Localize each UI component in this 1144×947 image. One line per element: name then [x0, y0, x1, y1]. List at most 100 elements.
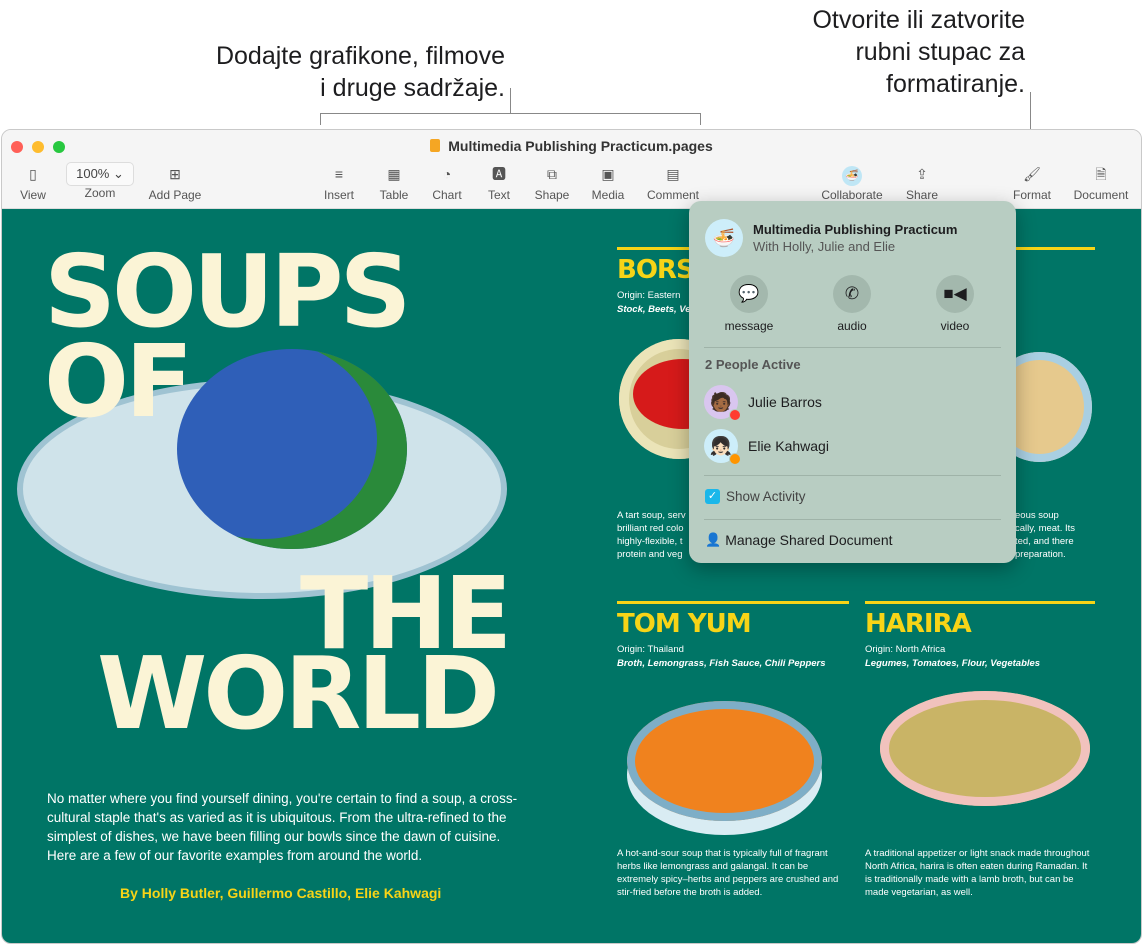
message-button[interactable]: 💬 message	[709, 275, 789, 333]
desc-line: ted, and there	[1015, 536, 1074, 547]
globe-illustration	[177, 349, 407, 549]
popover-title: Multimedia Publishing Practicum	[753, 222, 958, 237]
sidebar-icon: ▯	[29, 166, 37, 182]
message-label: message	[724, 319, 774, 333]
document-icon: 🗎	[1095, 166, 1107, 182]
section-harira: HARIRA Origin: North Africa Legumes, Tom…	[865, 601, 1095, 898]
manage-label: Manage Shared Document	[725, 532, 893, 548]
tom-yum-illustration	[627, 701, 822, 821]
document-thumbnail: 🍜	[705, 219, 743, 257]
window-title: Multimedia Publishing Practicum.pages	[2, 138, 1141, 154]
section-tom-yum: TOM YUM Origin: Thailand Broth, Lemongra…	[617, 601, 849, 898]
add-page-label: Add Page	[148, 188, 202, 202]
format-button[interactable]: 🖌 Format	[997, 164, 1067, 202]
comment-icon: ▤	[666, 166, 680, 182]
show-activity-label: Show Activity	[726, 489, 806, 504]
toolbar: Multimedia Publishing Practicum.pages ▯ V…	[2, 130, 1141, 209]
document-button[interactable]: 🗎 Document	[1066, 164, 1136, 202]
photo-icon: ▣	[601, 166, 615, 182]
section-title: HARIRA	[865, 609, 972, 639]
section-origin: Origin: Thailand	[617, 644, 684, 655]
section-rule	[617, 601, 849, 604]
status-badge	[729, 409, 741, 421]
section-origin: Origin: North Africa	[865, 644, 946, 655]
section-title: TOM YUM	[617, 609, 752, 639]
format-label: Format	[1012, 188, 1051, 202]
desc-line: preparation.	[1015, 549, 1066, 560]
avatar: 🧑🏾	[704, 385, 741, 421]
message-icon: 💬	[730, 275, 768, 313]
avatar: 👧🏻	[704, 429, 741, 465]
collaborate-button[interactable]: 🍜 Collaborate	[817, 164, 887, 202]
status-badge	[729, 453, 741, 465]
person-name: Elie Kahwagi	[748, 438, 829, 454]
collaborate-label: Collaborate	[821, 188, 883, 202]
show-activity-checkbox[interactable]: ✓ Show Activity	[705, 489, 806, 504]
section-ingredients: Legumes, Tomatoes, Flour, Vegetables	[865, 658, 1041, 669]
callout-insert: Dodajte grafikone, filmove i druge sadrž…	[150, 40, 505, 104]
comment-button[interactable]: ▤ Comment	[638, 164, 708, 202]
share-icon: ⇪	[916, 166, 928, 182]
divider	[704, 347, 1001, 348]
callout-line: rubni stupac za	[855, 38, 1025, 66]
person-julie-barros[interactable]: 🧑🏾 Julie Barros	[704, 385, 822, 421]
video-button[interactable]: ■◀ video	[915, 275, 995, 333]
section-ingredients: Broth, Lemongrass, Fish Sauce, Chili Pep…	[617, 658, 826, 669]
audio-label: audio	[837, 319, 867, 333]
collaborate-avatar-icon: 🍜	[817, 164, 887, 186]
person-elie-kahwagi[interactable]: 👧🏻 Elie Kahwagi	[704, 429, 829, 465]
video-camera-icon: ■◀	[936, 275, 974, 313]
pages-doc-icon	[430, 139, 441, 152]
divider	[704, 519, 1001, 520]
callout-line: i druge sadržaje.	[320, 74, 505, 102]
audio-button[interactable]: ✆ audio	[812, 275, 892, 333]
checkmark-icon: ✓	[705, 489, 720, 504]
intro-paragraph: No matter where you find yourself dining…	[47, 791, 518, 863]
callout-format: Otvorite ili zatvorite rubni stupac za f…	[700, 4, 1025, 100]
share-label: Share	[905, 188, 939, 202]
window-title-text: Multimedia Publishing Practicum.pages	[448, 138, 713, 154]
paintbrush-icon: 🖌	[1023, 166, 1041, 182]
plus-square-icon: ⊞	[169, 166, 181, 182]
share-button[interactable]: ⇪ Share	[887, 164, 957, 202]
person-name: Julie Barros	[748, 394, 822, 410]
callout-bracket	[700, 113, 701, 125]
document-label: Document	[1073, 188, 1129, 202]
zoom-label: Zoom	[84, 186, 116, 200]
divider	[704, 475, 1001, 476]
callout-pointer	[510, 88, 511, 114]
media-label: Media	[591, 188, 625, 202]
media-button[interactable]: ▣ Media	[573, 164, 643, 202]
zoom-select[interactable]: 100% ⌄	[66, 162, 134, 186]
harira-illustration	[880, 691, 1090, 806]
section-description: A traditional appetizer or light snack m…	[865, 848, 1090, 898]
add-page-button[interactable]: ⊞ Add Page	[140, 164, 210, 202]
manage-shared-document-button[interactable]: 👤 Manage Shared Document	[705, 532, 893, 548]
view-label: View	[20, 188, 46, 202]
popover-subtitle: With Holly, Julie and Elie	[753, 239, 896, 254]
callout-line: Dodajte grafikone, filmove	[215, 42, 505, 70]
byline: By Holly Butler, Guillermo Castillo, Eli…	[120, 885, 442, 901]
people-active-label: 2 People Active	[705, 357, 801, 372]
callout-bracket	[320, 113, 701, 114]
person-circle-icon: 👤	[705, 532, 722, 547]
callout-line: Otvorite ili zatvorite	[812, 6, 1025, 34]
zoom-value: 100%	[76, 166, 110, 181]
title-of: OF	[44, 323, 193, 440]
section-description: A hot-and-sour soup that is typically fu…	[617, 848, 839, 898]
popover-header: 🍜 Multimedia Publishing Practicum With H…	[705, 219, 957, 257]
title-world: WORLD	[97, 635, 500, 752]
callout-line: formatiranje.	[886, 70, 1025, 98]
chevron-down-icon: ⌄	[112, 166, 124, 181]
comment-label: Comment	[646, 188, 699, 202]
phone-icon: ✆	[833, 275, 871, 313]
section-description-partial: eous soup cally, meat. Its ted, and ther…	[1015, 509, 1095, 561]
desc-line: cally, meat. Its	[1015, 523, 1076, 534]
desc-line: eous soup	[1015, 510, 1059, 521]
video-label: video	[940, 319, 970, 333]
collaborate-popover: 🍜 Multimedia Publishing Practicum With H…	[689, 201, 1016, 563]
zoom-label-wrap: Zoom	[65, 186, 135, 200]
callout-bracket	[320, 113, 321, 125]
view-button[interactable]: ▯ View	[2, 164, 68, 202]
section-rule	[865, 601, 1095, 604]
